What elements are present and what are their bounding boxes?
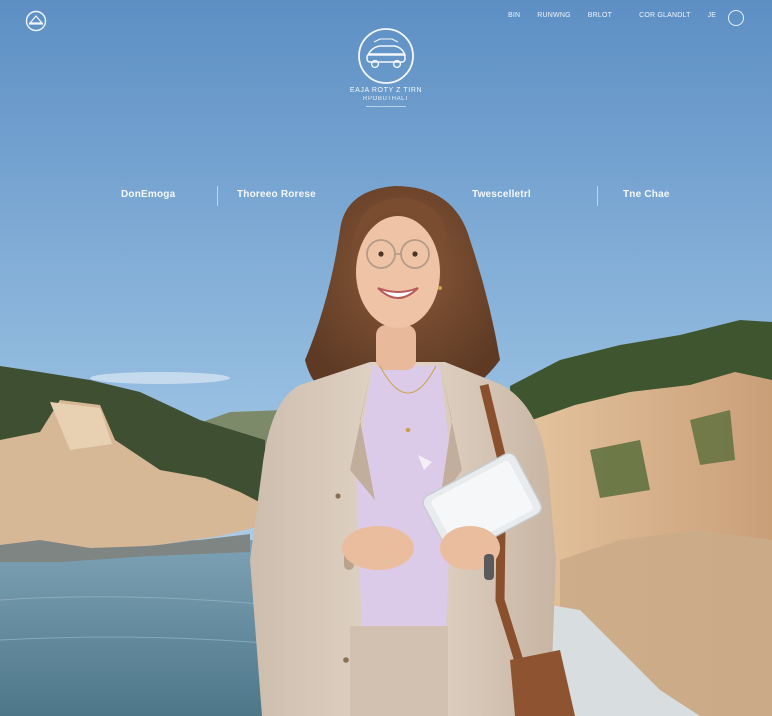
- cloud: [90, 372, 230, 384]
- top-nav-links: BIN RUNWNG BRLOT COR GLANDLT JE: [508, 12, 716, 19]
- brand-underline: [366, 106, 406, 107]
- main-navigation: DonEmoga Thoreeo Rorese Twescelletrl Tne…: [0, 186, 772, 208]
- eye: [378, 251, 384, 257]
- earring: [438, 286, 442, 290]
- left-hand: [342, 526, 414, 570]
- top-nav-link[interactable]: RUNWNG: [537, 12, 570, 19]
- top-nav-link[interactable]: BIN: [508, 12, 520, 19]
- button: [335, 493, 341, 499]
- brand-name: EAJA ROTY Z TIRN: [349, 87, 423, 94]
- right-cliff-shrub: [590, 440, 650, 498]
- nav-divider: [597, 186, 598, 206]
- neck: [376, 325, 416, 370]
- brand-tagline: RPOBUTHALT: [363, 96, 409, 102]
- pendant: [405, 427, 411, 433]
- main-nav-item[interactable]: DonEmoga: [121, 189, 175, 200]
- top-nav-link[interactable]: BRLOT: [588, 12, 612, 19]
- top-nav-link[interactable]: JE: [708, 12, 717, 19]
- main-nav-item[interactable]: Thoreeo Rorese: [237, 189, 316, 200]
- hero-background-photo: [0, 0, 772, 716]
- main-nav-item[interactable]: Twescelletrl: [472, 189, 531, 200]
- watch: [484, 554, 494, 580]
- trousers: [350, 626, 448, 716]
- nav-divider: [217, 186, 218, 206]
- car-emblem-icon: [358, 28, 414, 84]
- eye: [412, 251, 418, 257]
- compass-logo-icon[interactable]: [25, 10, 47, 32]
- face: [356, 216, 440, 328]
- circle-menu-icon[interactable]: [728, 10, 744, 26]
- top-nav-link[interactable]: COR GLANDLT: [639, 12, 690, 19]
- button: [343, 657, 349, 663]
- main-nav-item[interactable]: Tne Chae: [623, 189, 670, 200]
- brand-logo[interactable]: EAJA ROTY Z TIRN RPOBUTHALT: [326, 27, 446, 107]
